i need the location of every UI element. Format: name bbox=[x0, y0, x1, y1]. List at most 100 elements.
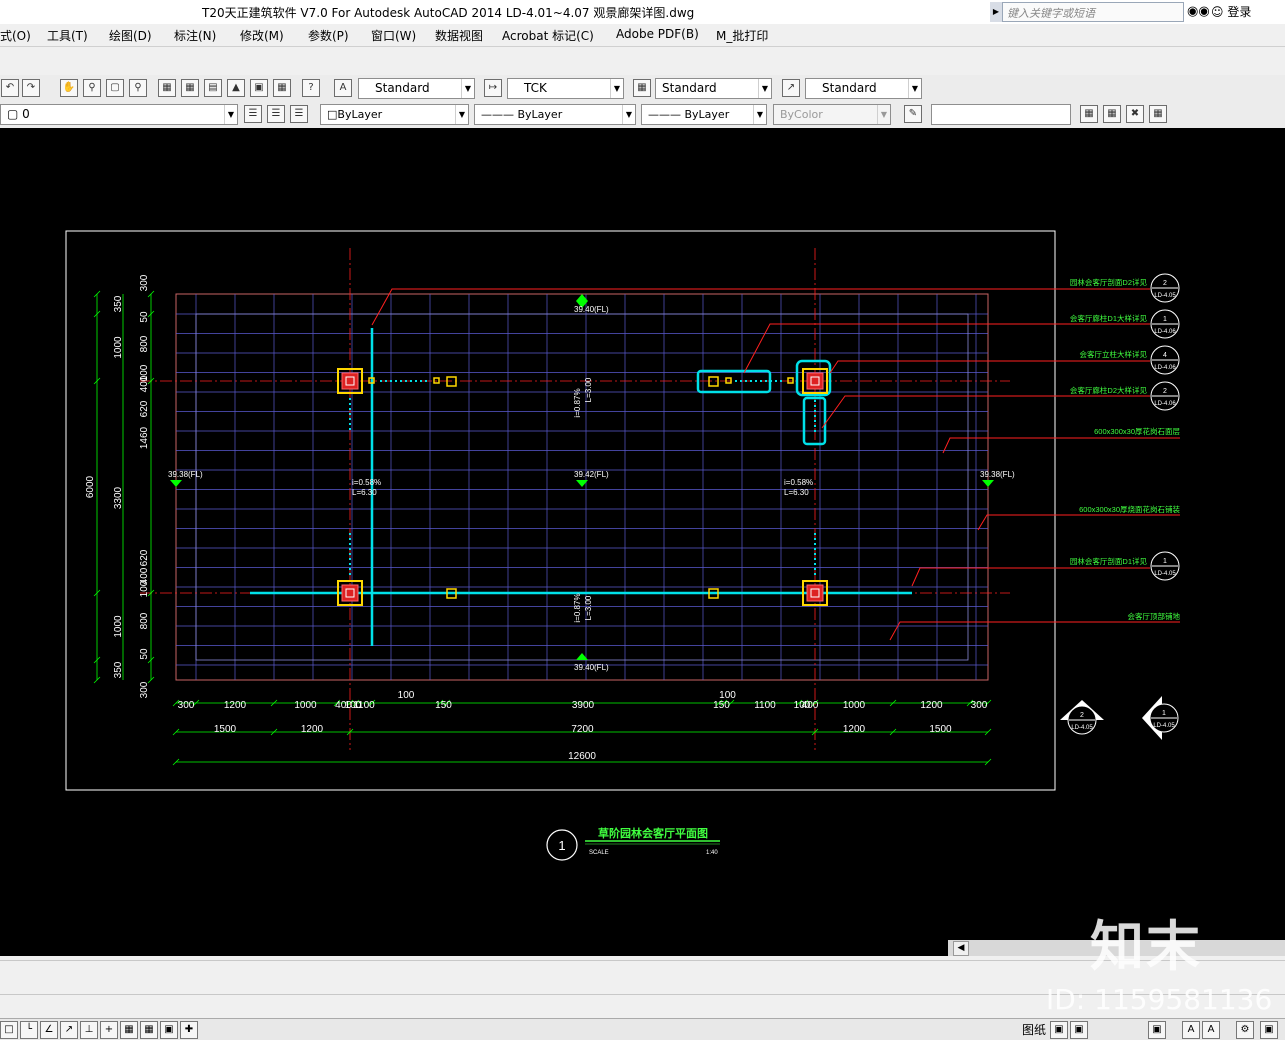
dim-value: 150 bbox=[713, 700, 730, 711]
design-center-icon[interactable]: ▦ bbox=[181, 79, 199, 97]
settings-icon[interactable]: ⚙ bbox=[1236, 1021, 1254, 1039]
search-input[interactable]: ▶ 键入关键字或短语 bbox=[990, 2, 1184, 22]
layout-icon[interactable]: ▣ bbox=[1050, 1021, 1068, 1039]
sheet-set-icon[interactable]: ▲ bbox=[227, 79, 245, 97]
column-top-right bbox=[802, 368, 828, 394]
snap-icon[interactable]: □ bbox=[0, 1021, 18, 1039]
svg-text:4: 4 bbox=[1163, 352, 1167, 359]
layer-select[interactable]: ▢ 0 ▼ bbox=[0, 104, 238, 125]
layer-states-icon[interactable]: ☰ bbox=[290, 105, 308, 123]
text-style-select[interactable]: Standard ▼ bbox=[358, 78, 475, 99]
login-button[interactable]: ☺ 登录 bbox=[1211, 3, 1251, 20]
color-select[interactable]: □ByLayer ▼ bbox=[320, 104, 469, 125]
svg-text:LD-4.05: LD-4.05 bbox=[1154, 571, 1176, 577]
text-style-icon[interactable]: A bbox=[334, 79, 352, 97]
zoom-previous-icon[interactable]: ⚲ bbox=[129, 79, 147, 97]
redo-icon[interactable]: ↷ bbox=[22, 79, 40, 97]
plan-title-number: 1 bbox=[558, 838, 565, 853]
lineweight-icon[interactable]: ▦ bbox=[120, 1021, 138, 1039]
dim-value: 7200 bbox=[571, 724, 594, 735]
title-bar: T20天正建筑软件 V7.0 For Autodesk AutoCAD 2014… bbox=[0, 0, 1285, 25]
transparency-icon[interactable]: ▦ bbox=[140, 1021, 158, 1039]
drawing-canvas[interactable]: 300 1200 1000 400 100 1100 100 150 3900 150 100 110… bbox=[0, 128, 1285, 940]
markup-icon[interactable]: ▣ bbox=[250, 79, 268, 97]
dim-value: 1200 bbox=[224, 700, 247, 711]
make-current-layer-icon[interactable]: ☰ bbox=[244, 105, 262, 123]
plotstyle-select[interactable]: ByColor ▼ bbox=[773, 104, 891, 125]
search-placeholder: 键入关键字或短语 bbox=[1007, 7, 1095, 20]
svg-text:LD-4.05: LD-4.05 bbox=[1071, 725, 1093, 731]
osnap-icon[interactable]: ↗ bbox=[60, 1021, 78, 1039]
binoculars-icon[interactable]: ◉◉ bbox=[1187, 4, 1210, 19]
svg-text:2: 2 bbox=[1163, 280, 1167, 287]
zoom-window-icon[interactable]: ▢ bbox=[106, 79, 124, 97]
login-label: 登录 bbox=[1227, 5, 1252, 19]
ortho-icon[interactable]: └ bbox=[20, 1021, 38, 1039]
dim-value: 150 bbox=[435, 700, 452, 711]
menu-batch-plot[interactable]: M_批打印 bbox=[716, 27, 768, 44]
dim-value: 50 bbox=[139, 311, 150, 323]
linetype-select[interactable]: ——— ByLayer ▼ bbox=[474, 104, 636, 125]
3d-osnap-icon[interactable]: ✚ bbox=[180, 1021, 198, 1039]
table-style-icon[interactable]: ▦ bbox=[633, 79, 651, 97]
annotation-scale-icon[interactable]: A bbox=[1182, 1021, 1200, 1039]
axis-lines bbox=[140, 248, 1010, 750]
color-value: ByLayer bbox=[337, 108, 383, 121]
layer-previous-icon[interactable]: ☰ bbox=[267, 105, 285, 123]
calculator-icon[interactable]: ▦ bbox=[273, 79, 291, 97]
viewport-icon[interactable]: ▣ bbox=[1070, 1021, 1088, 1039]
menu-acrobat[interactable]: Acrobat 标记(C) bbox=[502, 27, 594, 44]
paper-space-label[interactable]: 图纸 bbox=[1022, 1021, 1046, 1038]
chevron-down-icon: ▼ bbox=[753, 105, 766, 124]
workspace-icon[interactable]: ▣ bbox=[1148, 1021, 1166, 1039]
selection-cycle-icon[interactable]: ▣ bbox=[160, 1021, 178, 1039]
plotstyle-value: ByColor bbox=[780, 108, 823, 121]
block-insert-icon[interactable]: ▦ bbox=[1080, 105, 1098, 123]
dyn-icon[interactable]: + bbox=[100, 1021, 118, 1039]
annotation-4: 会客厅廊柱D2大样详见 bbox=[1070, 385, 1148, 395]
chevron-down-icon: ▼ bbox=[461, 79, 474, 98]
menu-format[interactable]: 式(O) bbox=[0, 27, 31, 44]
properties-icon[interactable]: ▦ bbox=[158, 79, 176, 97]
window-title: T20天正建筑软件 V7.0 For Autodesk AutoCAD 2014… bbox=[202, 6, 695, 20]
elev-top: 39.40(FL) bbox=[574, 305, 609, 314]
tool-palettes-icon[interactable]: ▤ bbox=[204, 79, 222, 97]
block-delete-icon[interactable]: ✖ bbox=[1126, 105, 1144, 123]
dim-value: 1000 bbox=[294, 700, 317, 711]
table-style-select[interactable]: Standard ▼ bbox=[655, 78, 772, 99]
menu-adobe-pdf[interactable]: Adobe PDF(B) bbox=[616, 27, 699, 41]
slope-top-i: i=0.87% bbox=[573, 388, 582, 417]
mleader-style-select[interactable]: Standard ▼ bbox=[805, 78, 922, 99]
svg-text:LD-4.05: LD-4.05 bbox=[1154, 293, 1176, 299]
menu-draw[interactable]: 绘图(D) bbox=[109, 27, 152, 44]
polar-icon[interactable]: ∠ bbox=[40, 1021, 58, 1039]
dim-style-select[interactable]: TCK ▼ bbox=[507, 78, 624, 99]
lock-icon[interactable]: ▣ bbox=[1260, 1021, 1278, 1039]
scroll-left-icon[interactable]: ◀ bbox=[953, 941, 969, 956]
menu-dimension[interactable]: 标注(N) bbox=[174, 27, 216, 44]
pan-icon[interactable]: ✋ bbox=[60, 79, 78, 97]
help-icon[interactable]: ? bbox=[302, 79, 320, 97]
detail-symbol-5: 1 LD-4.05 bbox=[1150, 551, 1180, 581]
menu-modify[interactable]: 修改(M) bbox=[240, 27, 284, 44]
menu-dataview[interactable]: 数据视图 bbox=[435, 27, 483, 44]
search-expand-icon[interactable]: ▶ bbox=[990, 2, 1003, 22]
detail-symbol-3: 4 LD-4.06 bbox=[1150, 345, 1180, 375]
mleader-style-icon[interactable]: ↗ bbox=[782, 79, 800, 97]
zoom-realtime-icon[interactable]: ⚲ bbox=[83, 79, 101, 97]
annotation-visibility-icon[interactable]: A bbox=[1202, 1021, 1220, 1039]
block-edit-icon[interactable]: ▦ bbox=[1103, 105, 1121, 123]
block-attr-icon[interactable]: ▦ bbox=[1149, 105, 1167, 123]
menu-window[interactable]: 窗口(W) bbox=[371, 27, 416, 44]
menu-tools[interactable]: 工具(T) bbox=[47, 27, 88, 44]
otrack-icon[interactable]: ⊥ bbox=[80, 1021, 98, 1039]
edit-icon[interactable]: ✎ bbox=[904, 105, 922, 123]
elev-right: 39.38(FL) bbox=[980, 470, 1015, 479]
menu-parameters[interactable]: 参数(P) bbox=[308, 27, 349, 44]
status-bar: □ └ ∠ ↗ ⊥ + ▦ ▦ ▣ ✚ 图纸 ▣ ▣ ▣ A A ⚙ ▣ bbox=[0, 1018, 1285, 1040]
lineweight-select[interactable]: ——— ByLayer ▼ bbox=[641, 104, 767, 125]
dim-style-icon[interactable]: ↦ bbox=[484, 79, 502, 97]
undo-icon[interactable]: ↶ bbox=[1, 79, 19, 97]
command-combo[interactable] bbox=[931, 104, 1071, 125]
dim-text-left-inner: 508001004006201460330062040010080050 bbox=[113, 311, 150, 660]
